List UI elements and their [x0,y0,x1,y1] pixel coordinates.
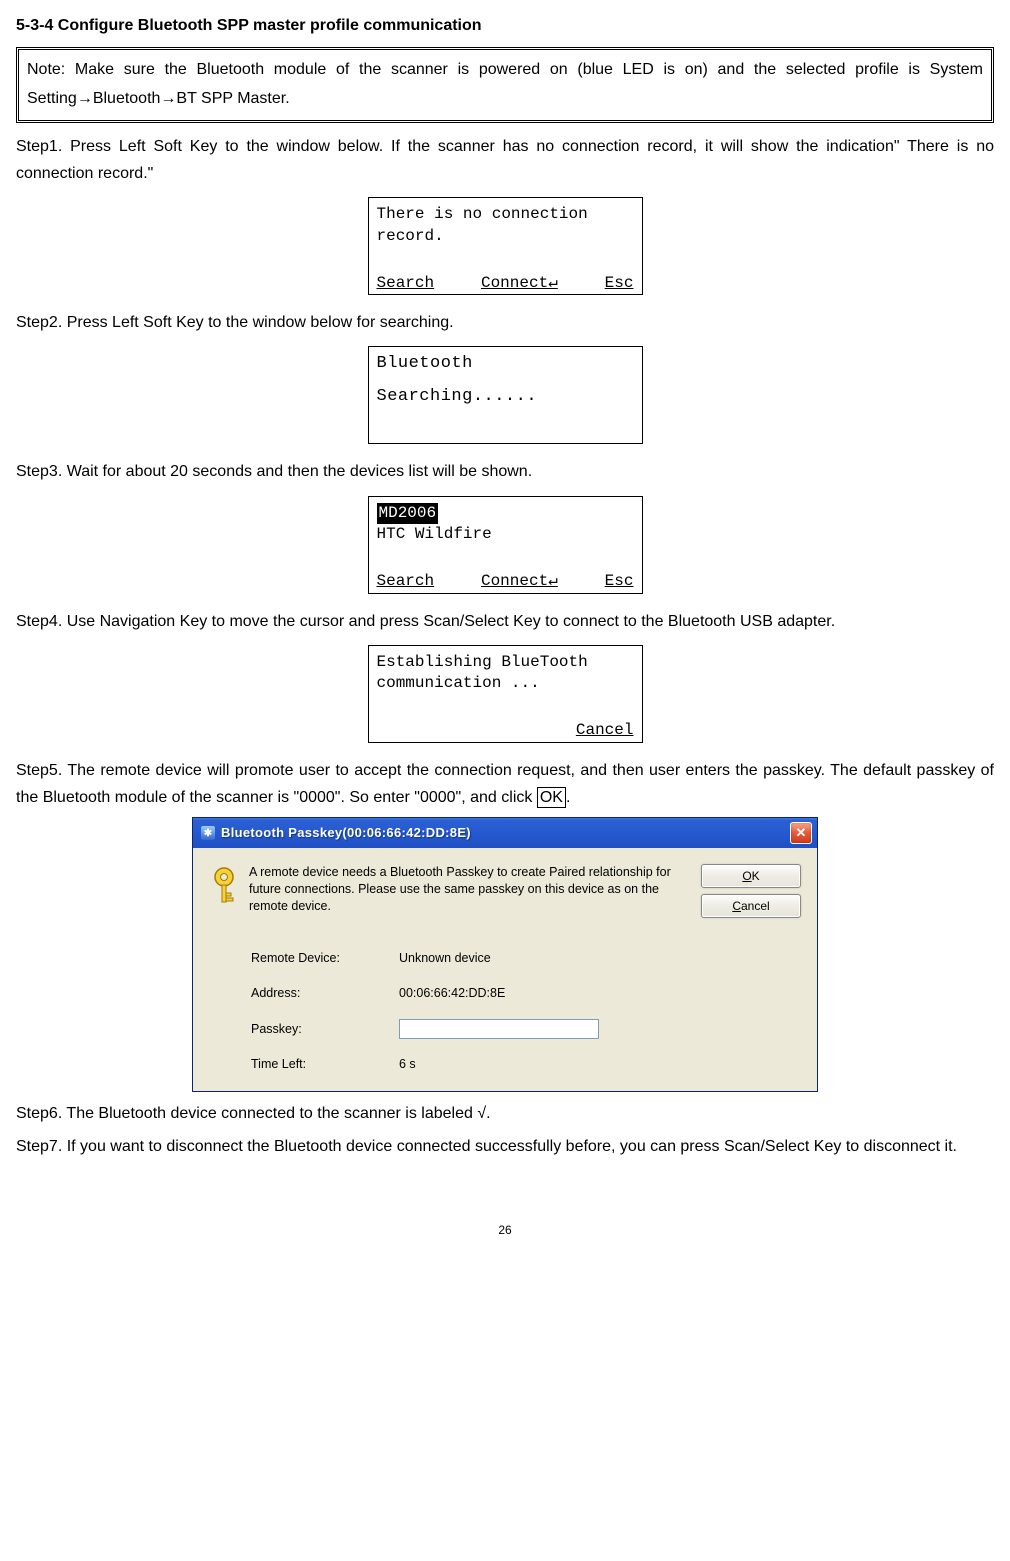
dialog-description: A remote device needs a Bluetooth Passke… [247,864,701,918]
lcd4-line1: Establishing BlueTooth [377,652,634,674]
lcd1-line1: There is no connection [377,204,634,226]
lcd4-soft-right: Cancel [576,720,634,742]
lcd1-soft-right: Esc [605,273,634,295]
step3-text: Step3. Wait for about 20 seconds and the… [16,458,994,485]
lcd1-soft-mid: Connect↵ [481,273,558,295]
step5-part-c: . [566,789,570,806]
timeleft-label: Time Left: [251,1054,399,1075]
step6-text: Step6. The Bluetooth device connected to… [16,1100,994,1127]
passkey-label: Passkey: [251,1019,399,1040]
lcd-screen-1: There is no connection record. Search Co… [368,197,643,295]
section-heading: 5-3-4 Configure Bluetooth SPP master pro… [16,12,994,39]
lcd3-row2: HTC Wildfire [377,524,634,546]
lcd1-soft-left: Search [377,273,435,295]
lcd3-soft-mid: Connect↵ [481,571,558,593]
lcd3-soft-right: Esc [605,571,634,593]
address-label: Address: [251,983,399,1004]
step5-text: Step5. The remote device will promote us… [16,757,994,811]
key-icon [209,864,247,918]
close-icon[interactable]: ✕ [790,822,812,844]
lcd4-line2: communication ... [377,673,634,695]
step4-text: Step4. Use Navigation Key to move the cu… [16,608,994,635]
note-box: Note: Make sure the Bluetooth module of … [16,47,994,123]
step7-text: Step7. If you want to disconnect the Blu… [16,1133,994,1160]
cancel-button[interactable]: Cancel [701,894,801,918]
lcd-screen-4: Establishing BlueTooth communication ...… [368,645,643,743]
lcd2-line2: Searching...... [377,386,634,409]
dialog-titlebar[interactable]: ✱ Bluetooth Passkey(00:06:66:42:DD:8E) ✕ [193,818,817,848]
lcd2-line1: Bluetooth [377,353,634,376]
ok-button[interactable]: OK [701,864,801,888]
lcd-screen-2: Bluetooth Searching...... [368,346,643,444]
lcd-screen-3: MD2006 HTC Wildfire Search Connect↵ Esc [368,496,643,594]
bluetooth-icon: ✱ [201,826,215,840]
passkey-input[interactable] [399,1019,599,1039]
lcd3-selected-row: MD2006 [377,503,439,525]
lcd1-line2: record. [377,226,634,248]
address-value: 00:06:66:42:DD:8E [399,983,505,1004]
remote-device-value: Unknown device [399,948,491,969]
page-number: 26 [16,1220,994,1240]
bluetooth-passkey-dialog: ✱ Bluetooth Passkey(00:06:66:42:DD:8E) ✕… [192,817,818,1092]
step5-part-a: Step5. The remote device will promote us… [16,762,994,806]
lcd3-soft-left: Search [377,571,435,593]
ok-inline-box: OK [537,787,566,808]
dialog-title: Bluetooth Passkey(00:06:66:42:DD:8E) [221,822,790,844]
timeleft-value: 6 s [399,1054,416,1075]
remote-device-label: Remote Device: [251,948,399,969]
step1-text: Step1. Press Left Soft Key to the window… [16,133,994,187]
step2-text: Step2. Press Left Soft Key to the window… [16,309,994,336]
